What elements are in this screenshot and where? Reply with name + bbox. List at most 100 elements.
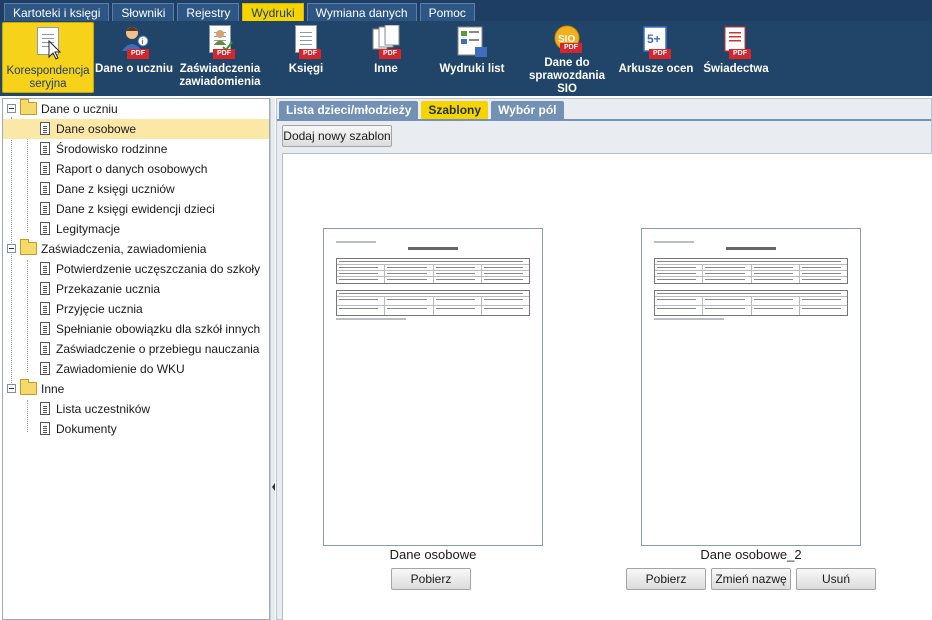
tab-wybor-pol[interactable]: Wybór pól (491, 101, 564, 119)
folder-open-icon (20, 379, 37, 395)
diploma-pdf-icon: PDF (719, 25, 753, 59)
toolbar-ksiegi[interactable]: PDF Księgi (266, 21, 346, 96)
document-icon (40, 122, 50, 135)
document-icon (40, 282, 50, 295)
tree-item-potwierdzenie-uczeszczania[interactable]: Potwierdzenie uczęszczania do szkoły (3, 259, 269, 279)
tree-item-label: Przekazanie ucznia (56, 282, 161, 296)
toolbar: Korespondencja seryjna i PDF Dane o uczn… (0, 21, 932, 96)
toolbar-zaswiadczenia[interactable]: PDF Zaświadczenia zawiadomienia (174, 21, 266, 96)
tree-group-label: Dane o uczniu (41, 102, 118, 116)
toolbar-label: Zaświadczenia zawiadomienia (179, 63, 261, 88)
tree-item-label: Przyjęcie ucznia (56, 302, 143, 316)
toolbar-wydruki-list[interactable]: Wydruki list (426, 21, 518, 96)
tree-group-inne[interactable]: Inne (3, 379, 269, 399)
template-preview[interactable] (323, 228, 543, 546)
template-preview[interactable] (641, 228, 861, 546)
document-icon (40, 262, 50, 275)
menu-kartoteki[interactable]: Kartoteki i księgi (4, 3, 110, 21)
tree-group-zaswiadczenia[interactable]: Zaświadczenia, zawiadomienia (3, 239, 269, 259)
template-thumbnail (654, 241, 848, 322)
delete-button[interactable]: Usuń (796, 568, 876, 590)
toolbar-label: Inne (374, 63, 398, 75)
tree-item-label: Raport o danych osobowych (56, 162, 208, 176)
menu-wymiana-danych[interactable]: Wymiana danych (306, 3, 417, 21)
tree-item-zaswiadczenie-o-przebiegu[interactable]: Zaświadczenie o przebiegu nauczania (3, 339, 269, 359)
tab-szablony[interactable]: Szablony (421, 101, 489, 119)
tree-item-dokumenty[interactable]: Dokumenty (3, 419, 269, 439)
template-thumbnail (336, 241, 530, 322)
tree-item-raport-o-danych-osobowych[interactable]: Raport o danych osobowych (3, 159, 269, 179)
toolbar-label: Wydruki list (439, 63, 505, 75)
student-pdf-icon: i PDF (117, 25, 151, 59)
panel-splitter[interactable] (270, 98, 275, 620)
list-print-icon (455, 25, 489, 59)
collapse-icon[interactable] (7, 244, 16, 253)
templates-area: Dane osobowe Dane osobowe_2 Pobierz Pobi… (282, 153, 932, 620)
folder-open-icon (20, 99, 37, 115)
toolbar-arkusze-ocen[interactable]: 5+ PDF Arkusze ocen (616, 21, 696, 96)
tree-item-dane-osobowe[interactable]: Dane osobowe (3, 119, 269, 139)
document-icon (40, 322, 50, 335)
toolbar-label: Dane o uczniu (95, 63, 173, 75)
document-icon (40, 182, 50, 195)
tree-item-label: Dane z księgi ewidencji dzieci (56, 202, 215, 216)
collapse-left-icon[interactable] (272, 483, 275, 491)
menu-slowniki[interactable]: Słowniki (112, 3, 175, 21)
download-button[interactable]: Pobierz (626, 568, 706, 590)
document-icon (40, 162, 50, 175)
tree-item-label: Legitymacje (56, 222, 121, 236)
tab-bar: Lista dzieci/młodzieży Szablony Wybór pó… (279, 101, 564, 120)
toolbar-inne[interactable]: PDF Inne (346, 21, 426, 96)
document-icon (40, 342, 50, 355)
books-pdf-icon: PDF (289, 25, 323, 59)
sio-pdf-icon: SIO PDF (550, 25, 584, 53)
tree-group-label: Zaświadczenia, zawiadomienia (41, 242, 207, 256)
document-icon (40, 302, 50, 315)
menu-rejestry[interactable]: Rejestry (177, 3, 240, 21)
tree-group-dane-o-uczniu[interactable]: Dane o uczniu (3, 99, 269, 119)
toolbar-label: Świadectwa (703, 63, 769, 75)
document-icon (40, 142, 50, 155)
tree-item-srodowisko-rodzinne[interactable]: Środowisko rodzinne (3, 139, 269, 159)
tree-item-label: Zaświadczenie o przebiegu nauczania (56, 342, 260, 356)
document-icon (40, 222, 50, 235)
tree-item-lista-uczestnikow[interactable]: Lista uczestników (3, 399, 269, 419)
svg-text:i: i (142, 39, 144, 46)
collapse-icon[interactable] (7, 104, 16, 113)
tree-item-dane-z-ksiegi-uczniow[interactable]: Dane z księgi uczniów (3, 179, 269, 199)
folder-open-icon (20, 239, 37, 255)
tree-item-label: Dane osobowe (56, 122, 137, 136)
tree-item-przyjecie-ucznia[interactable]: Przyjęcie ucznia (3, 299, 269, 319)
tree-item-label: Spełnianie obowiązku dla szkół innych (56, 322, 261, 336)
tree-item-label: Zawiadomienie do WKU (56, 362, 185, 376)
toolbar-dane-o-uczniu[interactable]: i PDF Dane o uczniu (94, 21, 174, 96)
toolbar-korespondencja-seryjna[interactable]: Korespondencja seryjna (2, 22, 94, 93)
tree-item-legitymacje[interactable]: Legitymacje (3, 219, 269, 239)
tree-item-label: Lista uczestników (56, 402, 151, 416)
main-menu: Kartoteki i księgi Słowniki Rejestry Wyd… (0, 0, 932, 21)
toolbar-label: Arkusze ocen (618, 63, 694, 75)
tree-item-spelnianie-obowiazku[interactable]: Spełnianie obowiązku dla szkół innych (3, 319, 269, 339)
svg-text:5+: 5+ (647, 32, 661, 46)
download-button[interactable]: Pobierz (391, 568, 471, 590)
mail-merge-document-icon (31, 27, 65, 61)
menu-pomoc[interactable]: Pomoc (419, 3, 475, 21)
main-panel: Lista dzieci/młodzieży Szablony Wybór pó… (276, 98, 932, 620)
rename-button[interactable]: Zmień nazwę (711, 568, 791, 590)
toolbar-label: Księgi (288, 63, 324, 75)
collapse-icon[interactable] (7, 384, 16, 393)
tree-item-zawiadomienie-do-wku[interactable]: Zawiadomienie do WKU (3, 359, 269, 379)
tree-item-label: Środowisko rodzinne (56, 142, 168, 156)
toolbar-dane-do-sprawozdania-sio[interactable]: SIO PDF Dane do sprawozdania SIO (518, 21, 616, 96)
tree-item-label: Potwierdzenie uczęszczania do szkoły (56, 262, 261, 276)
tree-item-przekazanie-ucznia[interactable]: Przekazanie ucznia (3, 279, 269, 299)
toolbar-swiadectwa[interactable]: PDF Świadectwa (696, 21, 776, 96)
add-template-button[interactable]: Dodaj nowy szablon (282, 125, 392, 147)
document-icon (40, 422, 50, 435)
template-tree: Dane o uczniu Dane osobowe Środowisko ro… (2, 98, 270, 620)
tree-item-dane-z-ksiegi-ewidencji-dzieci[interactable]: Dane z księgi ewidencji dzieci (3, 199, 269, 219)
tree-item-label: Dane z księgi uczniów (56, 182, 175, 196)
menu-wydruki[interactable]: Wydruki (242, 3, 304, 21)
tab-lista-dzieci[interactable]: Lista dzieci/młodzieży (279, 101, 419, 119)
certificate-pdf-icon: PDF (203, 25, 237, 59)
